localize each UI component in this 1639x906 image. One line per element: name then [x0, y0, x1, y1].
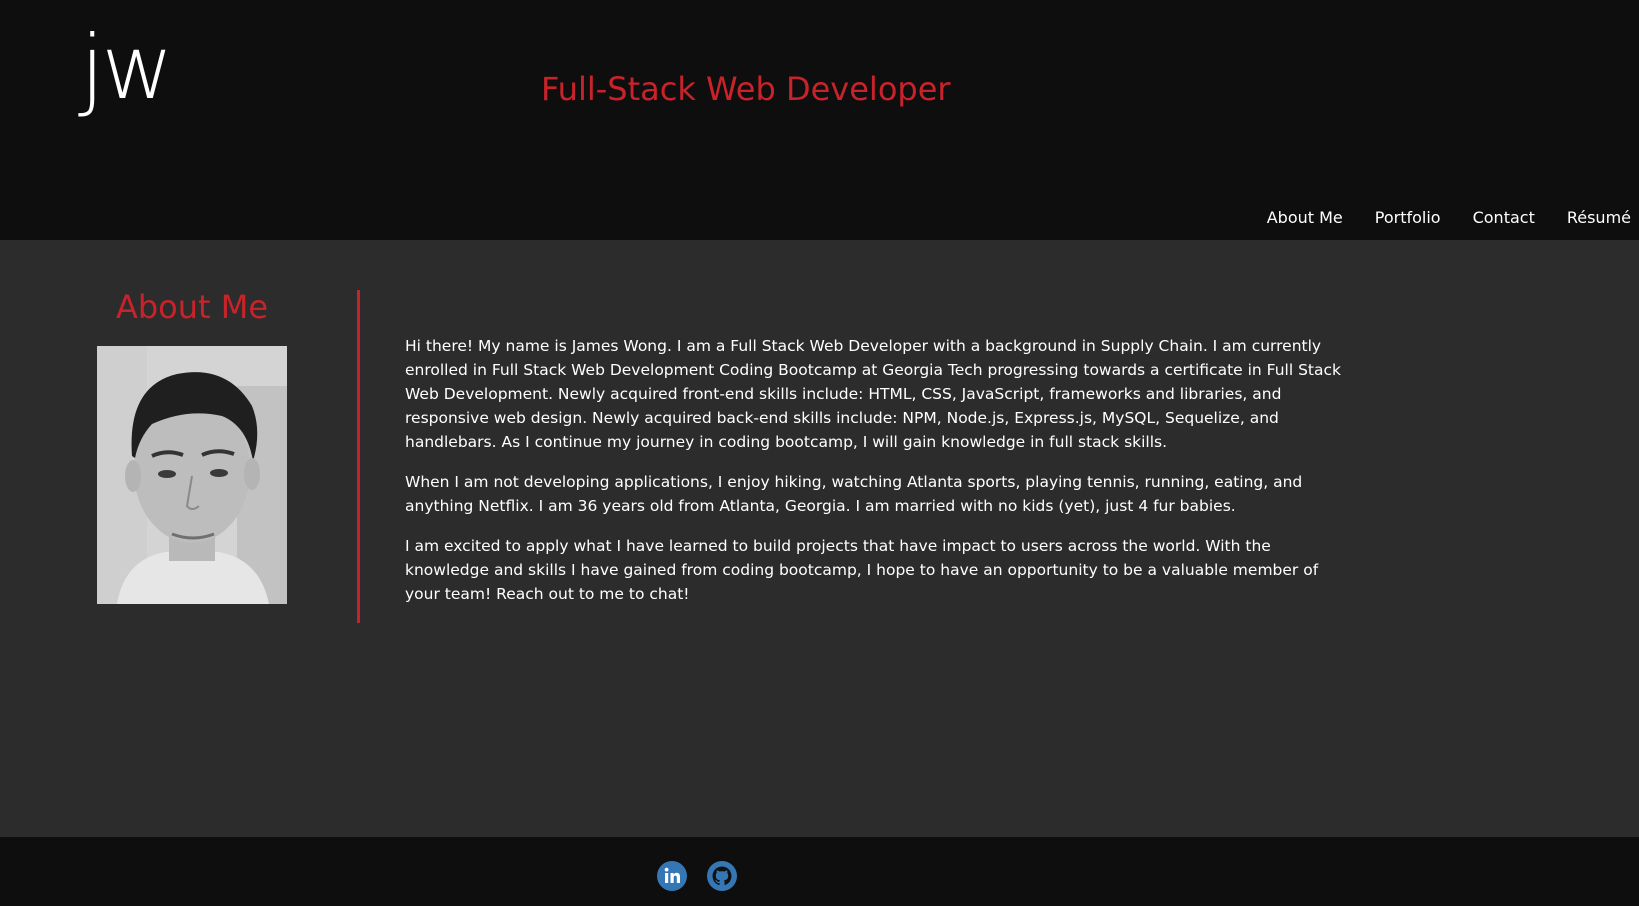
portrait-image: [97, 346, 287, 604]
social-links: [656, 860, 738, 892]
bio-paragraph: Hi there! My name is James Wong. I am a …: [405, 337, 1342, 451]
profile-photo: [97, 346, 287, 604]
bio-paragraph: I am excited to apply what I have learne…: [405, 537, 1319, 603]
nav-link-portfolio[interactable]: Portfolio: [1375, 208, 1441, 227]
logo[interactable]: jw: [80, 24, 173, 112]
nav-link-about-me[interactable]: About Me: [1267, 208, 1343, 227]
nav-link-resume[interactable]: Résumé: [1567, 208, 1631, 227]
github-icon[interactable]: [706, 860, 738, 892]
site-footer: [0, 837, 1639, 906]
linkedin-icon[interactable]: [656, 860, 688, 892]
bio-text: Hi there! My name is James Wong. I am a …: [405, 334, 1355, 622]
site-header: jw Full-Stack Web Developer About Me Por…: [0, 0, 1639, 240]
nav-link-contact[interactable]: Contact: [1473, 208, 1535, 227]
section-divider: [357, 290, 360, 623]
bio-paragraph: When I am not developing applications, I…: [405, 473, 1303, 515]
main-nav: About Me Portfolio Contact Résumé: [1267, 208, 1631, 227]
tagline: Full-Stack Web Developer: [541, 70, 951, 108]
about-title: About Me: [115, 288, 269, 326]
